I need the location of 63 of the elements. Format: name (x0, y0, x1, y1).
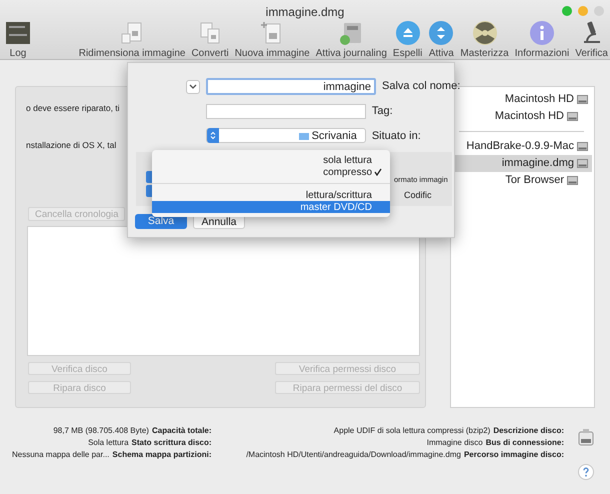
info-value: /Macintosh HD/Utenti/andreaguida/Download/immagine.dmg (246, 450, 461, 459)
help-icon[interactable] (578, 464, 594, 480)
info-label: Stato scrittura disco: (132, 438, 212, 447)
drive-icon (567, 111, 578, 122)
info-value: 98,7 MB (98.705.408 Byte) (53, 426, 149, 435)
toolbar-button[interactable]: Informazioni (514, 20, 570, 60)
info-label: Schema mappa partizioni: (112, 450, 212, 459)
toolbar-button[interactable]: Ridimensiona immagine (78, 20, 186, 60)
info-label: Percorso immagine disco: (464, 450, 564, 459)
toolbar-button[interactable]: Attiva (428, 20, 454, 60)
log-button[interactable]: Log (6, 22, 30, 60)
sidebar-item[interactable]: HandBrake-0.9.9-Mac (451, 138, 592, 155)
toolbar-button[interactable]: Nuova immagine (234, 20, 310, 60)
field-label: Codific (404, 189, 432, 202)
disk-image-icon (578, 428, 594, 446)
description-text: o deve essere riparato, ti (26, 102, 120, 115)
info-label: Descrizione disco: (493, 426, 564, 435)
field-label: Tag: (372, 104, 394, 119)
toolbar-button[interactable]: Attiva journaling (316, 20, 387, 60)
drive-icon (577, 94, 588, 105)
menu-item[interactable]: lettura/scrittura (152, 189, 390, 201)
info-label: Capacità totale: (152, 426, 212, 435)
minimize-window-button[interactable] (578, 6, 588, 16)
stepper-icon (207, 128, 219, 144)
drive-icon (577, 141, 588, 152)
disk-button: Verifica permessi disco (275, 362, 420, 375)
radiation-disc-icon (472, 20, 498, 46)
disk-button: Ripara permessi del disco (275, 381, 420, 394)
toolbar-button[interactable]: Verifica (575, 20, 608, 60)
folder-icon (298, 132, 309, 140)
eject-icon (394, 20, 421, 46)
info-value: Apple UDIF di sola lettura compressi (bzip2) (334, 426, 490, 435)
info-value: Immagine disco (426, 438, 483, 447)
info-value: Nessuna mappa delle par... (12, 450, 110, 459)
menu-item[interactable]: master DVD/CD (152, 201, 390, 213)
zoom-window-button[interactable] (562, 6, 572, 16)
name-input-field[interactable]: immagine (206, 78, 376, 95)
info-label: Bus di connessione: (486, 438, 564, 447)
toolbar-button[interactable]: Converti (191, 20, 229, 60)
location-popup[interactable]: Scrivania (206, 128, 366, 144)
info-icon (528, 20, 555, 46)
console-icon (6, 22, 30, 44)
drive-icon (567, 175, 578, 186)
clear-history-button: Cancella cronologia (28, 207, 126, 221)
sidebar-item[interactable]: Macintosh HD (451, 108, 592, 125)
chevron-icon (189, 84, 197, 90)
up-down-arrows-icon (428, 20, 454, 46)
sidebar-item[interactable]: Tor Browser (451, 172, 592, 189)
description-text: nstallazione di OS X, tal (26, 138, 116, 152)
disk-button: Ripara disco (28, 381, 131, 394)
field-label: Situato in: (372, 128, 422, 144)
toolbar-button[interactable]: Espelli (392, 20, 422, 60)
toolbar-button[interactable]: Masterizza (460, 20, 509, 60)
info-value: Sola lettura (88, 438, 129, 447)
tag-input-field[interactable] (206, 104, 366, 119)
disk-button: Verifica disco (28, 362, 131, 375)
menu-item[interactable]: sola lettura (152, 154, 390, 166)
expand-button[interactable] (186, 80, 200, 94)
drive-icon (577, 158, 588, 169)
window-title: immagine.dmg (266, 4, 344, 21)
checkmark-icon (374, 168, 382, 176)
menu-item[interactable]: compresso (152, 166, 390, 178)
close-window-button[interactable] (594, 6, 604, 16)
